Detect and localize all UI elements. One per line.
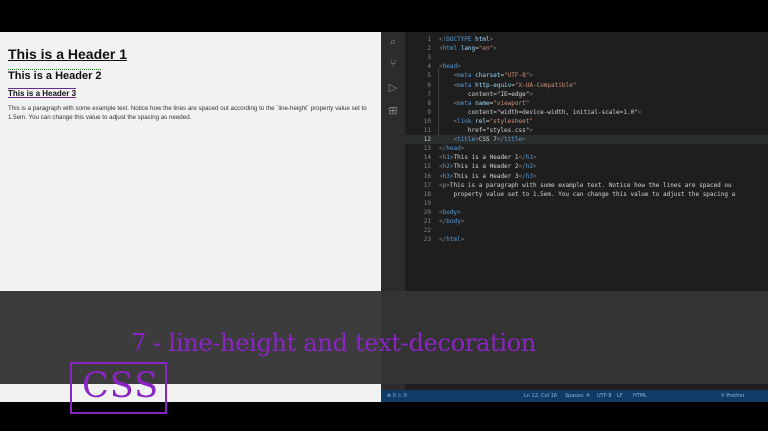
- line-source: </body>: [439, 218, 465, 225]
- code-line[interactable]: 11 href="styles.css">: [405, 126, 768, 135]
- code-line[interactable]: 10 <link rel="stylesheet": [405, 117, 768, 126]
- code-line[interactable]: 1 <!DOCTYPE html>: [405, 35, 768, 44]
- line-source: property value set to 1.5em. You can cha…: [439, 190, 736, 198]
- line-number: 16: [423, 172, 431, 180]
- code-line[interactable]: 5 <meta charset="UTF-8">: [405, 71, 768, 80]
- video-title: 7 - line-height and text-decoration: [131, 329, 537, 357]
- code-line[interactable]: 15 <h2>This is a Header 2</h2>: [405, 162, 768, 171]
- line-source: href="styles.css">: [467, 127, 533, 134]
- code-line[interactable]: 8 <meta name="viewport": [405, 99, 768, 108]
- code-line[interactable]: 16 <h3>This is a Header 3</h3>: [405, 172, 768, 181]
- top-black-bar: [0, 0, 768, 32]
- status-prettier[interactable]: ⚲ Prettier: [721, 390, 745, 402]
- line-source: <body>: [439, 208, 461, 216]
- line-number: 1: [427, 36, 431, 43]
- line-number: 9: [427, 108, 431, 116]
- extensions-icon[interactable]: ⊞: [386, 104, 400, 118]
- line-source: </head>: [439, 145, 465, 153]
- code-line[interactable]: 23 </html>: [405, 235, 768, 244]
- line-number: 11: [423, 127, 431, 134]
- line-number: 15: [423, 163, 431, 171]
- code-line[interactable]: 12 <title>CSS 7</title>: [405, 135, 768, 145]
- code-line[interactable]: 19: [405, 199, 768, 208]
- status-indentation[interactable]: Spaces: 4: [565, 390, 589, 402]
- code-line[interactable]: 9 content="width=device-width, initial-s…: [405, 108, 768, 117]
- line-number: 8: [427, 99, 431, 107]
- line-source: <meta http-equiv="X-UA-Compatible": [453, 81, 577, 89]
- status-problems[interactable]: ⊗ 0 ⚠ 0: [387, 390, 407, 402]
- line-source: <h3>This is a Header 3</h3>: [439, 172, 537, 180]
- search-icon[interactable]: ⌕: [386, 35, 400, 49]
- line-number: 18: [423, 190, 431, 198]
- line-number: 6: [427, 81, 431, 89]
- line-source: <title>CSS 7</title>: [453, 136, 526, 144]
- code-line[interactable]: 22: [405, 226, 768, 235]
- line-source: <p>This is a paragraph with some example…: [439, 181, 732, 189]
- line-source: <!DOCTYPE html>: [439, 36, 494, 43]
- run-debug-icon[interactable]: ▷: [386, 81, 400, 95]
- status-cursor-position[interactable]: Ln 12, Col 16: [524, 390, 557, 402]
- line-number: 2: [427, 45, 431, 53]
- code-line[interactable]: 4 <head>: [405, 62, 768, 71]
- line-number: 20: [423, 208, 431, 216]
- line-number: 4: [427, 63, 431, 71]
- line-source: content="width=device-width, initial-sca…: [467, 108, 642, 116]
- code-line[interactable]: 3: [405, 53, 768, 62]
- line-source: <meta name="viewport": [453, 99, 530, 107]
- line-source: content="IE=edge">: [467, 90, 533, 98]
- css-badge-text: CSS: [82, 366, 160, 406]
- line-number: 10: [423, 117, 431, 125]
- line-number: 17: [423, 181, 431, 189]
- line-number: 7: [427, 90, 431, 98]
- code-line[interactable]: 17 <p>This is a paragraph with some examp…: [405, 181, 768, 190]
- line-source: <h2>This is a Header 2</h2>: [439, 163, 537, 171]
- code-line[interactable]: 20 <body>: [405, 208, 768, 217]
- line-number: 5: [427, 72, 431, 80]
- line-source: </html>: [439, 236, 465, 244]
- code-line[interactable]: 14 <h1>This is a Header 1</h1>: [405, 153, 768, 162]
- line-number: 21: [423, 218, 431, 225]
- source-control-icon[interactable]: ⑂: [386, 57, 400, 71]
- preview-header-1: This is a Header 1: [8, 46, 128, 62]
- line-source: <html lang="en">: [439, 45, 497, 53]
- status-bar: ⊗ 0 ⚠ 0 Ln 12, Col 16 Spaces: 4 UTF-8 LF…: [381, 390, 768, 402]
- line-source: <head>: [439, 63, 461, 71]
- line-number: 19: [423, 199, 431, 207]
- line-number: 22: [423, 227, 431, 235]
- line-number: 13: [423, 145, 431, 153]
- status-encoding[interactable]: UTF-8: [597, 390, 612, 402]
- line-number: 14: [423, 154, 431, 162]
- line-number: 23: [423, 236, 431, 244]
- line-number: 12: [423, 136, 431, 144]
- code-line[interactable]: 13 </head>: [405, 144, 768, 153]
- line-source: <link rel="stylesheet": [453, 117, 533, 125]
- code-line[interactable]: 21 </body>: [405, 217, 768, 226]
- code-line[interactable]: 18 property value set to 1.5em. You can …: [405, 190, 768, 199]
- code-line[interactable]: 7 content="IE=edge">: [405, 90, 768, 99]
- line-number: 3: [427, 54, 431, 62]
- preview-header-2: This is a Header 2: [8, 70, 102, 82]
- code-line[interactable]: 2 <html lang="en">: [405, 44, 768, 53]
- preview-header-3: This is a Header 3: [8, 89, 77, 98]
- line-source: <meta charset="UTF-8">: [453, 72, 533, 80]
- status-language[interactable]: HTML: [633, 390, 647, 402]
- code-line[interactable]: 6 <meta http-equiv="X-UA-Compatible": [405, 81, 768, 90]
- status-eol[interactable]: LF: [617, 390, 623, 402]
- preview-paragraph: This is a paragraph with some example te…: [8, 105, 367, 122]
- line-source: <h1>This is a Header 1</h1>: [439, 154, 537, 162]
